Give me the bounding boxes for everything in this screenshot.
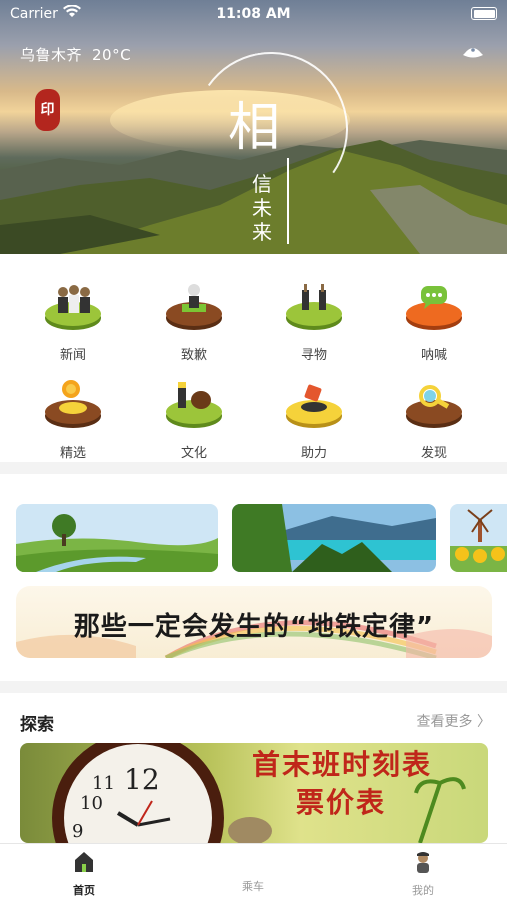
grid-label: 新闻: [59, 348, 86, 363]
weather-info: 乌鲁木齐 20°C: [20, 44, 131, 65]
grid-item-news[interactable]: 新闻: [13, 266, 133, 364]
home-icon: [75, 852, 93, 872]
section-title: 探索: [20, 715, 54, 735]
tab-label: 首页: [73, 884, 95, 897]
fare-title: 票价表: [296, 786, 387, 819]
seal-stamp-icon: 印: [35, 89, 60, 131]
profile-icon: [417, 852, 429, 873]
grid-item-discover[interactable]: 发现: [374, 364, 494, 462]
grid-item-culture[interactable]: 文化: [134, 364, 254, 462]
timetable-card[interactable]: 12 10 9 11 首末班时刻表 票价表: [20, 743, 488, 843]
magnifier-icon: [406, 385, 462, 428]
timetable-title: 首末班时刻表: [252, 748, 433, 781]
svg-text:9: 9: [72, 821, 83, 842]
view-more-link[interactable]: 查看更多 〉: [417, 711, 491, 731]
temperature: 20°C: [92, 46, 132, 64]
logo-main-char: 相: [228, 98, 281, 158]
logo-divider: [287, 158, 289, 244]
help-icon: [286, 384, 342, 428]
clock: 11:08 AM: [216, 6, 291, 22]
tab-home[interactable]: 首页: [24, 850, 144, 898]
apology-icon: [166, 284, 222, 330]
hero-banner: Carrier 11:08 AM 乌鲁木齐 20°C 印 相 信未来: [0, 0, 507, 254]
grid-item-shout[interactable]: 呐喊: [374, 266, 494, 364]
feature-grid: 新闻 致歉 寻物 呐喊 精选 文化 助力 发现: [0, 254, 507, 462]
promo-thumb-windmill[interactable]: [450, 504, 507, 572]
explore-section: 探索 查看更多 〉 12 10 9 11 首末班时刻表 票价表: [0, 693, 507, 843]
promo-thumb-field[interactable]: [16, 504, 218, 572]
chat-bubble-icon: [406, 286, 462, 330]
svg-text:10: 10: [80, 793, 103, 814]
battery-icon: [471, 7, 497, 20]
tab-profile[interactable]: 我的: [363, 850, 483, 898]
grid-label: 寻物: [300, 348, 327, 363]
grid-item-lost-found[interactable]: 寻物: [254, 266, 374, 364]
grid-label: 文化: [180, 446, 207, 461]
status-bar: Carrier 11:08 AM: [0, 0, 507, 28]
tab-label: 我的: [412, 884, 434, 897]
promo-section: 那些一定会发生的“地铁定律”: [0, 474, 507, 681]
culture-icon: [166, 382, 222, 428]
people-icon: [45, 285, 101, 330]
tab-bar: 首页 乘车 我的: [0, 843, 507, 901]
grid-label: 发现: [420, 446, 447, 461]
metro-law-banner[interactable]: 那些一定会发生的“地铁定律”: [16, 586, 492, 658]
grid-item-apology[interactable]: 致歉: [134, 266, 254, 364]
promo-thumb-lake[interactable]: [232, 504, 436, 572]
tab-label: 乘车: [242, 880, 264, 893]
city-name: 乌鲁木齐: [20, 46, 83, 64]
tab-ride[interactable]: 乘车: [193, 850, 313, 894]
grid-label: 精选: [59, 446, 86, 461]
svg-text:11: 11: [92, 773, 115, 794]
grid-item-assist[interactable]: 助力: [254, 364, 374, 462]
ride-icon: [242, 850, 264, 874]
grid-label: 呐喊: [420, 348, 447, 363]
metro-law-title: 那些一定会发生的“地铁定律”: [73, 612, 435, 642]
logo-subtitle: 信未来: [252, 172, 272, 244]
grid-label: 助力: [300, 446, 327, 461]
grid-item-featured[interactable]: 精选: [13, 364, 133, 462]
svg-text:12: 12: [124, 763, 160, 796]
conductor-hat-icon[interactable]: [462, 43, 484, 61]
grid-label: 致歉: [180, 348, 207, 363]
medal-icon: [45, 380, 101, 428]
plug-icon: [286, 284, 342, 330]
